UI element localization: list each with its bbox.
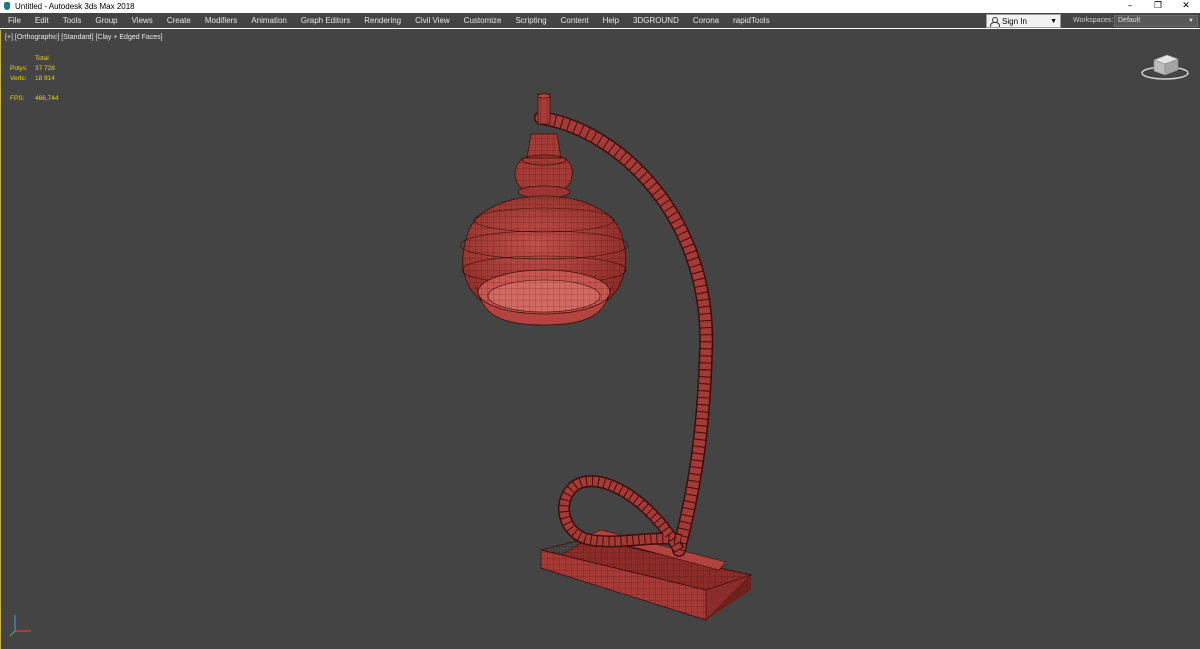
sign-in-dropdown[interactable]: Sign In ▼ [986, 14, 1061, 28]
title-bar: Untitled - Autodesk 3ds Max 2018 – ❐ ✕ [0, 0, 1200, 13]
workspaces-select[interactable]: Default ▼ [1114, 15, 1198, 27]
menu-modifiers[interactable]: Modifiers [198, 13, 244, 29]
polys-value: 37 728 [35, 65, 55, 72]
stats-header-row: Total [10, 54, 59, 64]
lamp-shade [459, 133, 629, 326]
stats-header: Total [35, 55, 49, 62]
lamp-model[interactable] [1, 30, 1200, 649]
fps-label: FPS: [10, 95, 25, 102]
menu-group[interactable]: Group [88, 13, 124, 29]
verts-label: Verts: [10, 75, 27, 82]
menu-rendering[interactable]: Rendering [357, 13, 408, 29]
menu-create[interactable]: Create [160, 13, 198, 29]
statistics-overlay: Total Polys: 37 728 Verts: 18 914 FPS: 4… [10, 54, 59, 104]
stats-verts-row: Verts: 18 914 [10, 74, 59, 84]
menu-rapidtools[interactable]: rapidTools [726, 13, 776, 29]
menu-file[interactable]: File [0, 13, 28, 29]
menu-tools[interactable]: Tools [56, 13, 89, 29]
menu-3dground[interactable]: 3DGROUND [626, 13, 686, 29]
menu-graph-editors[interactable]: Graph Editors [294, 13, 357, 29]
verts-value: 18 914 [35, 75, 55, 82]
viewport-label[interactable]: [+] [Orthographic] [Standard] [Clay + Ed… [5, 34, 163, 41]
menu-scripting[interactable]: Scripting [508, 13, 553, 29]
chevron-down-icon: ▼ [1188, 18, 1194, 24]
sign-in-label: Sign In [1002, 16, 1027, 26]
menu-animation[interactable]: Animation [244, 13, 294, 29]
axis-tripod-icon [9, 615, 31, 637]
menu-corona[interactable]: Corona [686, 13, 726, 29]
3ds-max-logo-icon [3, 2, 12, 11]
menu-customize[interactable]: Customize [457, 13, 509, 29]
stats-fps-row: FPS: 466,744 [10, 94, 59, 104]
minimize-button[interactable]: – [1116, 0, 1144, 13]
window-title: Untitled - Autodesk 3ds Max 2018 [15, 2, 135, 11]
polys-label: Polys: [10, 65, 28, 72]
user-icon [990, 16, 1000, 27]
menu-bar: File Edit Tools Group Views Create Modif… [0, 13, 1200, 29]
viewport-perspective[interactable]: [+] [Orthographic] [Standard] [Clay + Ed… [0, 30, 1200, 649]
workspaces-value: Default [1118, 17, 1141, 24]
menu-content[interactable]: Content [554, 13, 596, 29]
menu-edit[interactable]: Edit [28, 13, 56, 29]
menu-help[interactable]: Help [596, 13, 626, 29]
window-controls: – ❐ ✕ [1116, 0, 1200, 13]
workspaces-label: Workspaces: [1073, 17, 1114, 24]
menu-views[interactable]: Views [125, 13, 160, 29]
stats-polys-row: Polys: 37 728 [10, 64, 59, 74]
restore-button[interactable]: ❐ [1144, 0, 1172, 13]
lamp-finial [537, 93, 551, 125]
viewcube-icon[interactable] [1140, 48, 1190, 82]
menu-civil-view[interactable]: Civil View [408, 13, 457, 29]
chevron-down-icon: ▼ [1050, 18, 1057, 25]
close-button[interactable]: ✕ [1172, 0, 1200, 13]
fps-value: 466,744 [35, 95, 59, 102]
